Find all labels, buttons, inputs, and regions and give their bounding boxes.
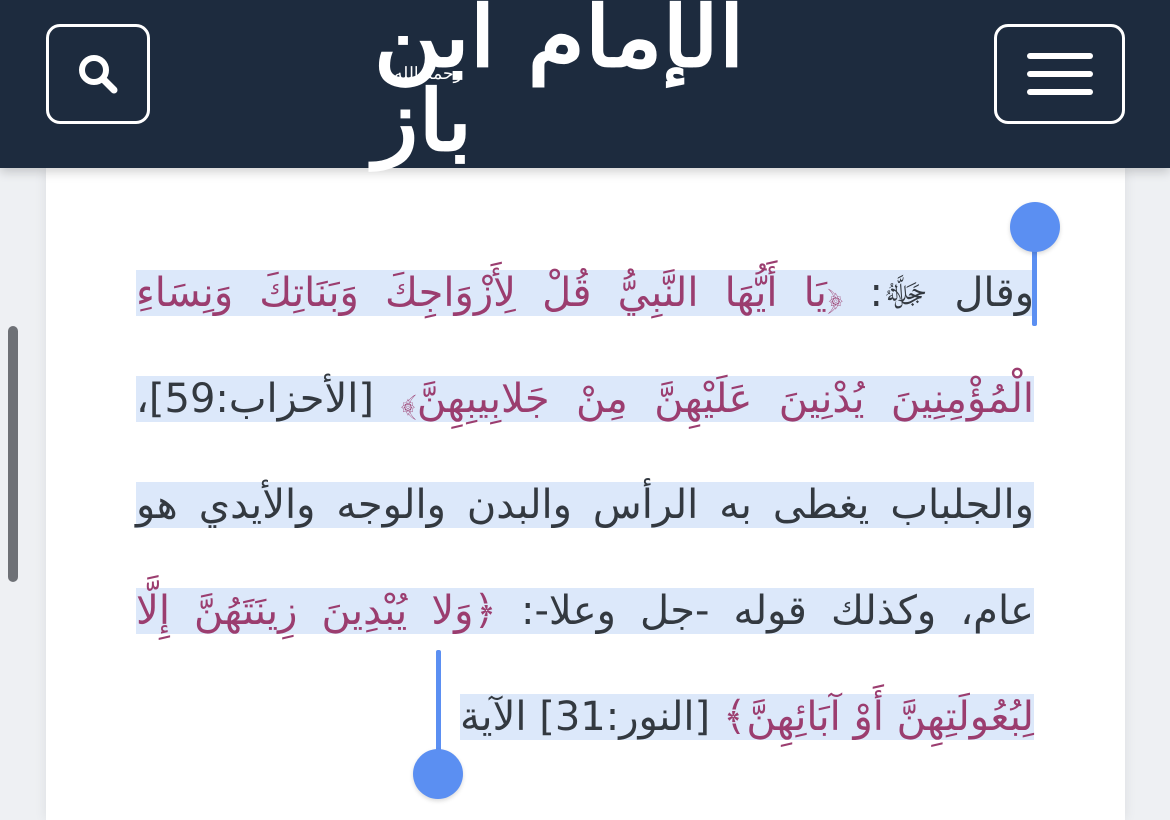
logo-subtext: رحمه الله bbox=[394, 64, 462, 84]
site-header: الإمام ابن باز رحمه الله bbox=[0, 0, 1170, 168]
search-button[interactable] bbox=[46, 24, 150, 124]
selection-start-handle[interactable] bbox=[1010, 202, 1060, 252]
search-icon bbox=[79, 55, 118, 94]
hamburger-menu-icon bbox=[1026, 53, 1093, 95]
selection-end-handle-line[interactable] bbox=[436, 650, 441, 754]
selection-end-handle[interactable] bbox=[413, 749, 463, 799]
text-segment: [النور:31] الآية bbox=[459, 694, 723, 740]
text-segment: وقال ﷻ: bbox=[843, 270, 1035, 316]
site-logo[interactable]: الإمام ابن باز رحمه الله bbox=[374, 0, 758, 163]
page-scrollbar[interactable] bbox=[8, 326, 18, 582]
selection-start-handle-line[interactable] bbox=[1032, 240, 1037, 326]
selected-text[interactable]: وقال ﷻ: ﴿يَا أَيُّهَا النَّبِيُّ قُلْ لِ… bbox=[136, 270, 1035, 740]
article-text[interactable]: وقال ﷻ: ﴿يَا أَيُّهَا النَّبِيُّ قُلْ لِ… bbox=[136, 240, 1035, 770]
menu-button[interactable] bbox=[994, 24, 1125, 124]
